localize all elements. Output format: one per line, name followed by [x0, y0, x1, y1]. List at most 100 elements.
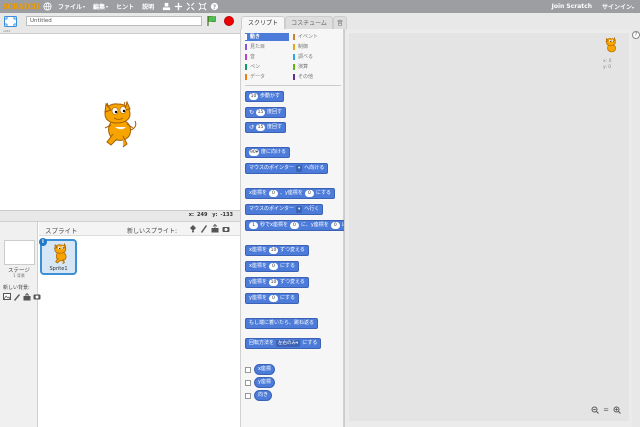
- block-go-to[interactable]: マウスのポインター ▾ へ行く: [245, 204, 324, 215]
- help-icon[interactable]: ?: [632, 31, 640, 39]
- sprite-upload-icon[interactable]: [211, 224, 219, 233]
- zoom-out-icon[interactable]: [591, 406, 599, 414]
- sprite-paint-icon[interactable]: [200, 224, 208, 233]
- category-swatch: [245, 64, 247, 70]
- block-turn-right[interactable]: ↻ 15 度回す: [245, 107, 287, 118]
- tab-sounds[interactable]: 音: [333, 16, 347, 29]
- category-sound[interactable]: 音: [245, 53, 289, 61]
- reporter-direction[interactable]: 向き: [254, 390, 273, 401]
- sprite-library-panel: ステージ 1 背景 新しい背景: スプライト 新しいスプライト: i Sprit…: [0, 221, 240, 427]
- category-more-blocks[interactable]: その他: [293, 73, 337, 81]
- backdrop-upload-icon[interactable]: [23, 292, 31, 301]
- script-canvas[interactable]: [349, 33, 629, 421]
- backdrop-library-icon[interactable]: [3, 292, 11, 301]
- reporter-y-position[interactable]: y座標: [254, 377, 275, 388]
- block-set-x[interactable]: x座標を 0 にする: [245, 261, 300, 272]
- block-move-steps[interactable]: 10 歩動かす: [245, 91, 285, 102]
- block-turn-left[interactable]: ↺ 15 度回す: [245, 122, 287, 133]
- category-swatch: [293, 44, 295, 50]
- reporter-row-y: y座標: [245, 377, 275, 388]
- category-swatch: [293, 64, 295, 70]
- svg-text:?: ?: [213, 4, 217, 11]
- show-x-checkbox[interactable]: [245, 366, 251, 373]
- block-change-y[interactable]: y座標を 10 ずつ変える: [245, 277, 309, 288]
- project-title-input[interactable]: Untitled: [26, 16, 202, 26]
- help-strip: [632, 29, 640, 427]
- menu-tips[interactable]: ヒント: [116, 2, 134, 11]
- new-backdrop-tools: [3, 292, 41, 301]
- menu-file[interactable]: ファイル ▾: [58, 2, 85, 11]
- cat-thumbnail: [54, 243, 67, 265]
- new-sprite-tools: [189, 224, 230, 233]
- current-sprite-thumbnail: [605, 37, 616, 53]
- block-change-x[interactable]: x座標を 10 ずつ変える: [245, 245, 309, 256]
- block-bounce[interactable]: もし端に着いたら、跳ね返る: [245, 318, 319, 329]
- tab-costumes[interactable]: コスチューム: [285, 16, 333, 29]
- menu-edit[interactable]: 編集 ▾: [93, 2, 108, 11]
- stop-icon[interactable]: [224, 16, 234, 26]
- duplicate-stamp-icon[interactable]: [162, 2, 171, 11]
- backdrop-camera-icon[interactable]: [33, 292, 41, 301]
- block-rotation-style[interactable]: 回転方法を 左右のみ▾ にする: [245, 338, 322, 349]
- mouse-coordinates: x: 249 y: -133: [188, 212, 233, 218]
- rotate-left-icon: ↺: [249, 124, 255, 131]
- zoom-in-icon[interactable]: [613, 406, 621, 414]
- block-set-y[interactable]: y座標を 0 にする: [245, 293, 300, 304]
- stage-thumbnail[interactable]: [4, 240, 35, 265]
- category-control[interactable]: 制御: [293, 43, 337, 51]
- rotation-style-dropdown[interactable]: 左右のみ▾: [276, 340, 301, 347]
- block-point-towards[interactable]: マウスのポインター ▾ へ向ける: [245, 163, 329, 174]
- category-pen[interactable]: ペン: [245, 63, 289, 71]
- category-operators[interactable]: 演算: [293, 63, 337, 71]
- sprite-y-readout: y: 0: [603, 65, 612, 70]
- reporter-row-x: x座標: [245, 364, 275, 375]
- signin-link[interactable]: サインイン▾: [602, 2, 634, 11]
- join-scratch-link[interactable]: Join Scratch: [552, 3, 592, 10]
- menu-about[interactable]: 説明: [142, 2, 154, 11]
- zoom-reset-button[interactable]: =: [602, 406, 610, 414]
- help-block-icon[interactable]: ?: [210, 2, 219, 11]
- stage-header: Untitled: [0, 13, 240, 29]
- block-categories: 動き 見た目 音 ペン データ イベント 制御 調べる 演算 その他: [245, 33, 341, 85]
- top-menu-bar: SCRATCH ファイル ▾ 編集 ▾ ヒント 説明 ? Join Scratch …: [0, 0, 640, 13]
- block-palette: 動き 見た目 音 ペン データ イベント 制御 調べる 演算 その他 10 歩動か…: [240, 29, 351, 427]
- grow-arrows-icon[interactable]: [186, 2, 195, 11]
- block-go-to-xy[interactable]: x座標を 0 、y座標を 0 にする: [245, 188, 335, 199]
- delete-scissors-icon[interactable]: [174, 2, 183, 11]
- category-events[interactable]: イベント: [293, 33, 337, 41]
- sprite-library-icon[interactable]: [189, 224, 197, 233]
- reporter-x-position[interactable]: x座標: [254, 364, 275, 375]
- stage-canvas[interactable]: [0, 33, 240, 211]
- reporter-row-direction: 向き: [245, 390, 273, 401]
- backdrop-paint-icon[interactable]: [13, 292, 21, 301]
- green-flag-icon[interactable]: [206, 15, 218, 27]
- tab-scripts[interactable]: スクリプト: [241, 16, 285, 29]
- show-y-checkbox[interactable]: [245, 379, 251, 386]
- show-direction-checkbox[interactable]: [245, 392, 251, 399]
- sprite-cat-on-stage[interactable]: [97, 100, 139, 154]
- sprite-tile[interactable]: i Sprite1: [39, 238, 77, 275]
- sprite-camera-icon[interactable]: [222, 224, 230, 233]
- category-motion[interactable]: 動き: [245, 33, 289, 41]
- category-swatch: [293, 54, 295, 60]
- category-data[interactable]: データ: [245, 73, 289, 81]
- scratch-logo[interactable]: SCRATCH: [3, 2, 39, 12]
- category-sensing[interactable]: 調べる: [293, 53, 337, 61]
- globe-icon[interactable]: [43, 2, 52, 11]
- block-point-direction[interactable]: 90▾ 度に向ける: [245, 147, 291, 158]
- category-swatch: [245, 34, 247, 40]
- block-glide[interactable]: 1秒でx座標を0に、y座標を0に: [245, 220, 351, 231]
- sprite-info-icon[interactable]: i: [39, 238, 47, 246]
- sprite-x-readout: x: 0: [603, 59, 612, 64]
- category-divider: [245, 85, 341, 86]
- scratch-editor: SCRATCH ファイル ▾ 編集 ▾ ヒント 説明 ? Join Scratch …: [0, 0, 640, 427]
- script-area[interactable]: x: 0 y: 0 =: [344, 29, 632, 427]
- shrink-arrows-icon[interactable]: [198, 2, 207, 11]
- category-looks[interactable]: 見た目: [245, 43, 289, 51]
- account-area: Join Scratch サインイン▾: [552, 2, 634, 11]
- category-swatch: [245, 54, 247, 60]
- rotate-right-icon: ↻: [249, 109, 255, 116]
- fullscreen-icon[interactable]: [4, 16, 17, 27]
- zoom-controls: =: [591, 406, 621, 414]
- new-sprite-label: 新しいスプライト:: [127, 228, 178, 235]
